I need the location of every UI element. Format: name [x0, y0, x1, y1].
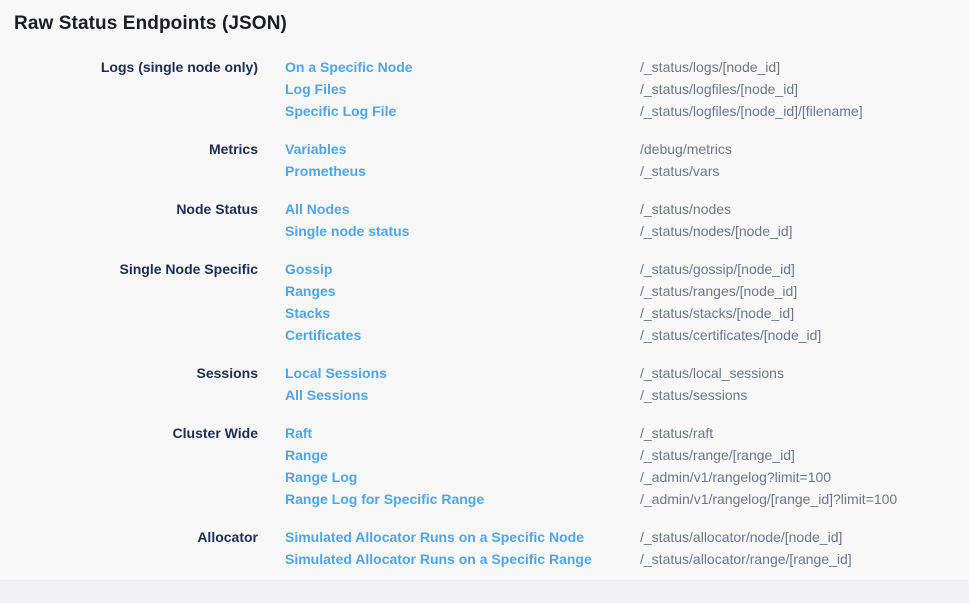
- endpoint-link[interactable]: All Nodes: [285, 198, 640, 220]
- endpoint-path: /_status/sessions: [640, 384, 969, 406]
- endpoint-link[interactable]: Simulated Allocator Runs on a Specific R…: [285, 548, 640, 570]
- endpoint-link[interactable]: Variables: [285, 138, 640, 160]
- endpoint-link[interactable]: Simulated Allocator Runs on a Specific N…: [285, 526, 640, 548]
- page-footer-band: [0, 580, 969, 603]
- endpoint-link[interactable]: All Sessions: [285, 384, 640, 406]
- endpoint-link[interactable]: Ranges: [285, 280, 640, 302]
- group-links-column: RaftRangeRange LogRange Log for Specific…: [258, 422, 640, 510]
- endpoint-group: Logs (single node only) On a Specific No…: [0, 56, 969, 122]
- group-links-column: Local SessionsAll Sessions: [258, 362, 640, 406]
- endpoint-link[interactable]: Log Files: [285, 78, 640, 100]
- group-category-label: Logs (single node only): [0, 56, 258, 122]
- group-links-column: VariablesPrometheus: [258, 138, 640, 182]
- group-category-label: Metrics: [0, 138, 258, 182]
- endpoint-path: /_status/logfiles/[node_id]/[filename]: [640, 100, 969, 122]
- endpoint-groups: Logs (single node only) On a Specific No…: [0, 56, 969, 570]
- group-links-column: Simulated Allocator Runs on a Specific N…: [258, 526, 640, 570]
- endpoint-path: /_status/range/[range_id]: [640, 444, 969, 466]
- endpoint-link[interactable]: Single node status: [285, 220, 640, 242]
- endpoint-link[interactable]: Range Log for Specific Range: [285, 488, 640, 510]
- endpoint-link[interactable]: Specific Log File: [285, 100, 640, 122]
- group-links-column: GossipRangesStacksCertificates: [258, 258, 640, 346]
- group-category-label: Sessions: [0, 362, 258, 406]
- endpoint-path: /debug/metrics: [640, 138, 969, 160]
- endpoint-link[interactable]: Prometheus: [285, 160, 640, 182]
- endpoint-path: /_status/gossip/[node_id]: [640, 258, 969, 280]
- endpoint-path: /_status/raft: [640, 422, 969, 444]
- group-endpoints-column: /debug/metrics/_status/vars: [640, 138, 969, 182]
- endpoint-link[interactable]: Gossip: [285, 258, 640, 280]
- group-endpoints-column: /_status/raft/_status/range/[range_id]/_…: [640, 422, 969, 510]
- group-endpoints-column: /_status/allocator/node/[node_id]/_statu…: [640, 526, 969, 570]
- endpoint-group: Node Status All NodesSingle node status …: [0, 198, 969, 242]
- endpoint-link[interactable]: Local Sessions: [285, 362, 640, 384]
- endpoint-path: /_status/allocator/node/[node_id]: [640, 526, 969, 548]
- endpoint-group: Cluster Wide RaftRangeRange LogRange Log…: [0, 422, 969, 510]
- endpoint-group: Single Node Specific GossipRangesStacksC…: [0, 258, 969, 346]
- group-endpoints-column: /_status/logs/[node_id]/_status/logfiles…: [640, 56, 969, 122]
- endpoint-path: /_admin/v1/rangelog?limit=100: [640, 466, 969, 488]
- endpoint-group: Metrics VariablesPrometheus /debug/metri…: [0, 138, 969, 182]
- endpoint-link[interactable]: On a Specific Node: [285, 56, 640, 78]
- debug-endpoints-page: Raw Status Endpoints (JSON) Logs (single…: [0, 0, 969, 580]
- endpoint-path: /_status/nodes: [640, 198, 969, 220]
- endpoint-link[interactable]: Range Log: [285, 466, 640, 488]
- endpoint-link[interactable]: Raft: [285, 422, 640, 444]
- endpoint-path: /_status/logfiles/[node_id]: [640, 78, 969, 100]
- endpoint-group: Sessions Local SessionsAll Sessions /_st…: [0, 362, 969, 406]
- endpoint-link[interactable]: Stacks: [285, 302, 640, 324]
- endpoint-path: /_admin/v1/rangelog/[range_id]?limit=100: [640, 488, 969, 510]
- endpoint-path: /_status/certificates/[node_id]: [640, 324, 969, 346]
- group-endpoints-column: /_status/gossip/[node_id]/_status/ranges…: [640, 258, 969, 346]
- endpoint-link[interactable]: Certificates: [285, 324, 640, 346]
- endpoint-path: /_status/logs/[node_id]: [640, 56, 969, 78]
- group-category-label: Allocator: [0, 526, 258, 570]
- group-endpoints-column: /_status/local_sessions/_status/sessions: [640, 362, 969, 406]
- endpoint-path: /_status/nodes/[node_id]: [640, 220, 969, 242]
- group-category-label: Single Node Specific: [0, 258, 258, 346]
- group-endpoints-column: /_status/nodes/_status/nodes/[node_id]: [640, 198, 969, 242]
- endpoint-path: /_status/ranges/[node_id]: [640, 280, 969, 302]
- endpoint-path: /_status/local_sessions: [640, 362, 969, 384]
- group-category-label: Node Status: [0, 198, 258, 242]
- group-links-column: All NodesSingle node status: [258, 198, 640, 242]
- group-links-column: On a Specific NodeLog FilesSpecific Log …: [258, 56, 640, 122]
- group-category-label: Cluster Wide: [0, 422, 258, 510]
- endpoint-link[interactable]: Range: [285, 444, 640, 466]
- page-title: Raw Status Endpoints (JSON): [14, 13, 969, 35]
- endpoint-path: /_status/vars: [640, 160, 969, 182]
- endpoint-group: Allocator Simulated Allocator Runs on a …: [0, 526, 969, 570]
- endpoint-path: /_status/stacks/[node_id]: [640, 302, 969, 324]
- endpoint-path: /_status/allocator/range/[range_id]: [640, 548, 969, 570]
